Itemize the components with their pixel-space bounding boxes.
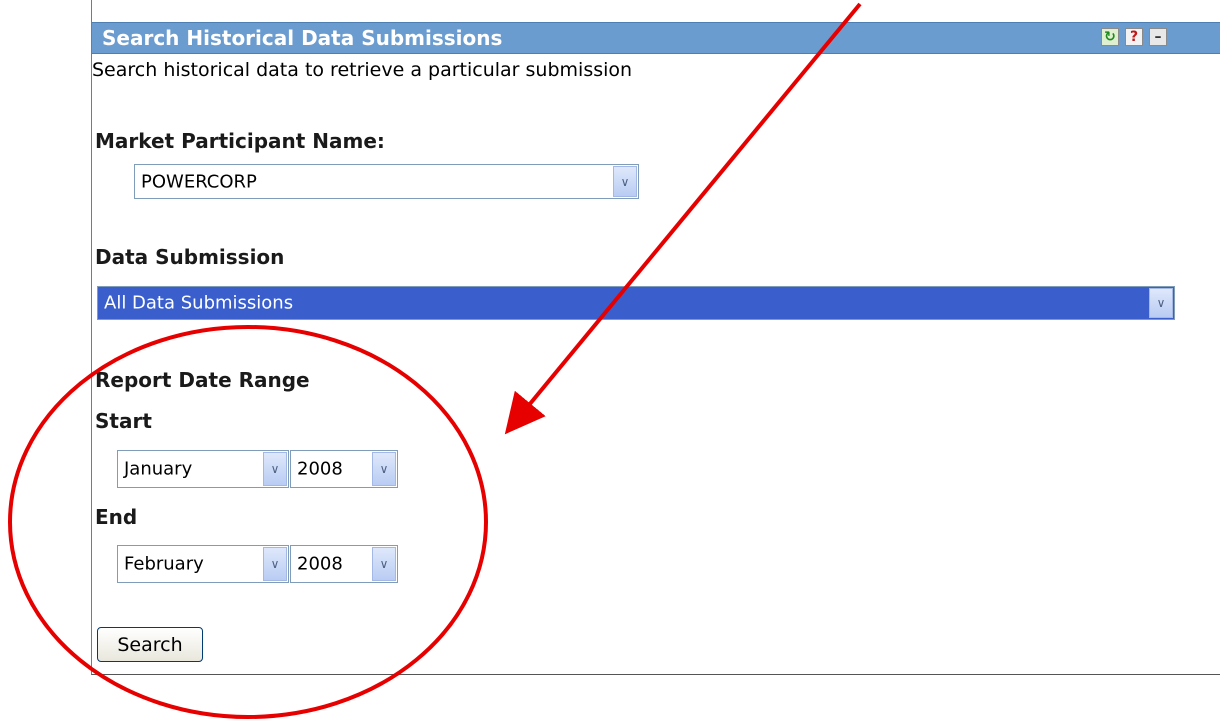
refresh-icon[interactable]: ↻ xyxy=(1101,28,1119,46)
end-label: End xyxy=(95,505,138,529)
panel-title: Search Historical Data Submissions xyxy=(102,26,503,50)
chevron-down-icon: ∨ xyxy=(263,452,287,486)
end-year-select[interactable]: 2008 ∨ xyxy=(290,545,398,583)
end-month-value: February xyxy=(124,553,204,575)
start-month-value: January xyxy=(124,458,193,480)
participant-select[interactable]: POWERCORP ∨ xyxy=(134,164,639,199)
start-year-select[interactable]: 2008 ∨ xyxy=(290,450,398,488)
start-year-value: 2008 xyxy=(297,458,343,480)
date-range-label: Report Date Range xyxy=(95,368,310,392)
chevron-down-icon: ∨ xyxy=(372,452,396,486)
chevron-down-icon: ∨ xyxy=(372,547,396,581)
submission-select[interactable]: All Data Submissions ∨ xyxy=(97,286,1175,320)
search-button[interactable]: Search xyxy=(97,627,203,662)
end-month-select[interactable]: February ∨ xyxy=(117,545,289,583)
end-year-value: 2008 xyxy=(297,553,343,575)
participant-label: Market Participant Name: xyxy=(95,129,385,153)
chevron-down-icon: ∨ xyxy=(263,547,287,581)
panel-titlebar: Search Historical Data Submissions ↻ ? – xyxy=(92,22,1220,54)
participant-select-value: POWERCORP xyxy=(141,171,257,192)
start-month-select[interactable]: January ∨ xyxy=(117,450,289,488)
chevron-down-icon: ∨ xyxy=(1149,288,1173,318)
search-panel: Search Historical Data Submissions ↻ ? –… xyxy=(91,0,1220,675)
submission-label: Data Submission xyxy=(95,245,285,269)
chevron-down-icon: ∨ xyxy=(613,166,637,197)
minimize-icon[interactable]: – xyxy=(1149,28,1167,46)
panel-description: Search historical data to retrieve a par… xyxy=(92,59,633,81)
start-label: Start xyxy=(95,409,152,433)
help-icon[interactable]: ? xyxy=(1125,28,1143,46)
submission-select-value: All Data Submissions xyxy=(104,292,294,314)
